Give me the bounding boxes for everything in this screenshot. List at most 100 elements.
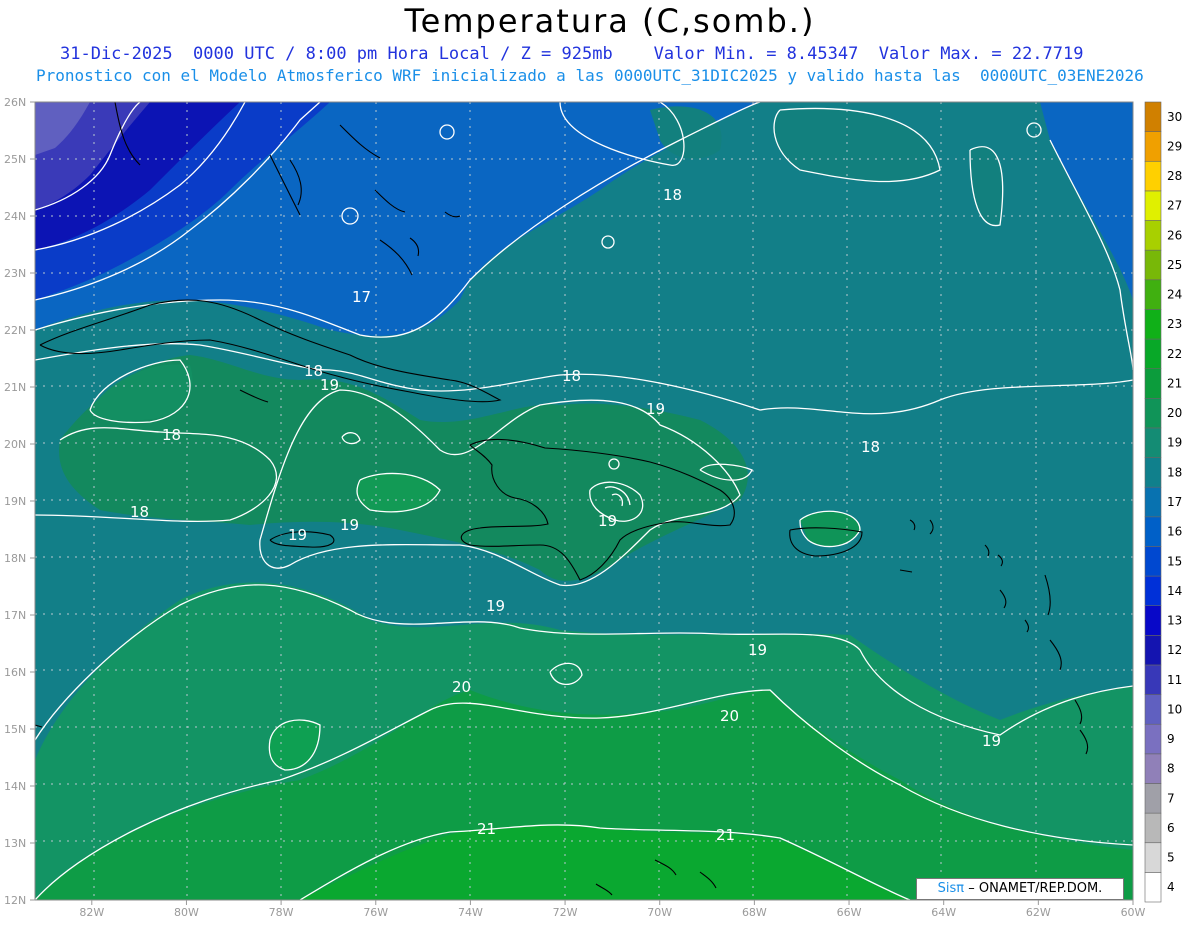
longitude-tick-label: 66W xyxy=(837,906,862,919)
contour-label: 20 xyxy=(452,678,471,696)
colorbar-label: 27 xyxy=(1167,199,1182,213)
longitude-axis: 82W 80W 78W 76W 74W 72W 70W 68W 66W 64W 62W 60W xyxy=(79,900,1146,919)
colorbar-swatch xyxy=(1144,427,1162,458)
contour-label: 18 xyxy=(861,438,880,456)
colorbar-swatch xyxy=(1144,664,1162,695)
colorbar-label: 26 xyxy=(1167,228,1182,242)
longitude-tick-label: 80W xyxy=(174,906,199,919)
longitude-tick-label: 74W xyxy=(458,906,483,919)
sispi-logo: Sisπ xyxy=(937,881,965,896)
colorbar-label: 10 xyxy=(1167,702,1182,716)
colorbar-swatch xyxy=(1144,753,1162,784)
longitude-tick-label: 78W xyxy=(269,906,294,919)
colorbar-label: 29 xyxy=(1167,139,1182,153)
colorbar-swatch xyxy=(1144,694,1162,725)
contour-label: 19 xyxy=(982,732,1001,750)
colorbar-label: 8 xyxy=(1167,762,1175,776)
colorbar-swatch xyxy=(1144,397,1162,429)
colorbar-swatch xyxy=(1144,872,1162,903)
colorbar-label: 19 xyxy=(1167,436,1182,450)
contour-label: 20 xyxy=(720,707,739,725)
colorbar: 4 5 6 7 8 9 10 11 12 13 14 15 16 17 18 19 20 21 22 23 24 25 26… xyxy=(1144,101,1182,903)
colorbar-swatch xyxy=(1144,190,1162,221)
latitude-tick-label: 26N xyxy=(4,96,26,109)
colorbar-swatch xyxy=(1144,516,1162,547)
colorbar-swatch xyxy=(1144,279,1162,310)
latitude-tick-label: 14N xyxy=(4,780,26,793)
colorbar-label: 7 xyxy=(1167,791,1175,805)
longitude-tick-label: 68W xyxy=(742,906,767,919)
colorbar-label: 24 xyxy=(1167,288,1182,302)
colorbar-swatch xyxy=(1144,220,1162,251)
colorbar-swatch xyxy=(1144,131,1162,162)
colorbar-label: 13 xyxy=(1167,614,1182,628)
colorbar-swatch xyxy=(1144,575,1162,607)
credit-text: – ONAMET/REP.DOM. xyxy=(968,881,1103,896)
latitude-tick-label: 18N xyxy=(4,552,26,565)
colorbar-swatch xyxy=(1144,486,1162,518)
contour-label: 21 xyxy=(716,826,735,844)
colorbar-label: 17 xyxy=(1167,495,1182,509)
longitude-tick-label: 62W xyxy=(1026,906,1051,919)
colorbar-label: 22 xyxy=(1167,347,1182,361)
colorbar-swatch xyxy=(1144,368,1162,399)
contour-label: 17 xyxy=(352,288,371,306)
longitude-tick-label: 82W xyxy=(79,906,104,919)
colorbar-label: 12 xyxy=(1167,643,1182,657)
latitude-tick-label: 13N xyxy=(4,837,26,850)
longitude-tick-label: 64W xyxy=(931,906,956,919)
colorbar-label: 11 xyxy=(1167,673,1182,687)
longitude-tick-label: 70W xyxy=(647,906,672,919)
colorbar-label: 16 xyxy=(1167,525,1182,539)
latitude-tick-label: 22N xyxy=(4,324,26,337)
latitude-tick-label: 15N xyxy=(4,723,26,736)
latitude-tick-label: 17N xyxy=(4,609,26,622)
colorbar-swatch xyxy=(1144,605,1162,636)
colorbar-swatch xyxy=(1144,101,1162,132)
colorbar-label: 9 xyxy=(1167,732,1175,746)
contour-label: 19 xyxy=(288,526,307,544)
contour-label: 19 xyxy=(320,376,339,394)
colorbar-label: 30 xyxy=(1167,110,1182,124)
latitude-tick-label: 19N xyxy=(4,495,26,508)
colorbar-label: 28 xyxy=(1167,169,1182,183)
colorbar-swatch xyxy=(1144,546,1162,577)
contour-label: 21 xyxy=(477,820,496,838)
longitude-tick-label: 72W xyxy=(553,906,578,919)
shaded-field xyxy=(35,102,1133,900)
latitude-tick-label: 24N xyxy=(4,210,26,223)
latitude-tick-label: 23N xyxy=(4,267,26,280)
colorbar-label: 6 xyxy=(1167,821,1175,835)
contour-label: 18 xyxy=(130,503,149,521)
latitude-axis: 26N 25N 24N 23N 22N 21N 20N 19N 18N 17N 16N 15N 14N 1… xyxy=(4,96,35,907)
contour-label: 19 xyxy=(598,512,617,530)
contour-label: 19 xyxy=(486,597,505,615)
contour-label: 18 xyxy=(663,186,682,204)
colorbar-swatch xyxy=(1144,160,1162,192)
latitude-tick-label: 25N xyxy=(4,153,26,166)
colorbar-label: 21 xyxy=(1167,376,1182,390)
colorbar-swatch xyxy=(1144,309,1162,340)
colorbar-label: 20 xyxy=(1167,406,1182,420)
contour-label: 19 xyxy=(748,641,767,659)
colorbar-swatch xyxy=(1144,812,1162,844)
colorbar-label: 14 xyxy=(1167,584,1182,598)
colorbar-label: 23 xyxy=(1167,317,1182,331)
contour-label: 19 xyxy=(646,400,665,418)
colorbar-label: 15 xyxy=(1167,554,1182,568)
temperature-map: 17 18 18 18 18 18 18 19 19 19 19 19 19 1… xyxy=(4,96,1182,919)
colorbar-swatch xyxy=(1144,249,1162,281)
latitude-tick-label: 16N xyxy=(4,666,26,679)
contour-label: 18 xyxy=(562,367,581,385)
latitude-tick-label: 21N xyxy=(4,381,26,394)
colorbar-swatch xyxy=(1144,723,1162,755)
colorbar-label: 4 xyxy=(1167,880,1175,894)
longitude-tick-label: 76W xyxy=(363,906,388,919)
longitude-tick-label: 60W xyxy=(1121,906,1146,919)
credit-box: Sisπ – ONAMET/REP.DOM. xyxy=(916,878,1124,900)
colorbar-swatch xyxy=(1144,635,1162,666)
colorbar-swatch xyxy=(1144,338,1162,369)
colorbar-label: 5 xyxy=(1167,851,1175,865)
colorbar-swatch xyxy=(1144,783,1162,814)
latitude-tick-label: 20N xyxy=(4,438,26,451)
